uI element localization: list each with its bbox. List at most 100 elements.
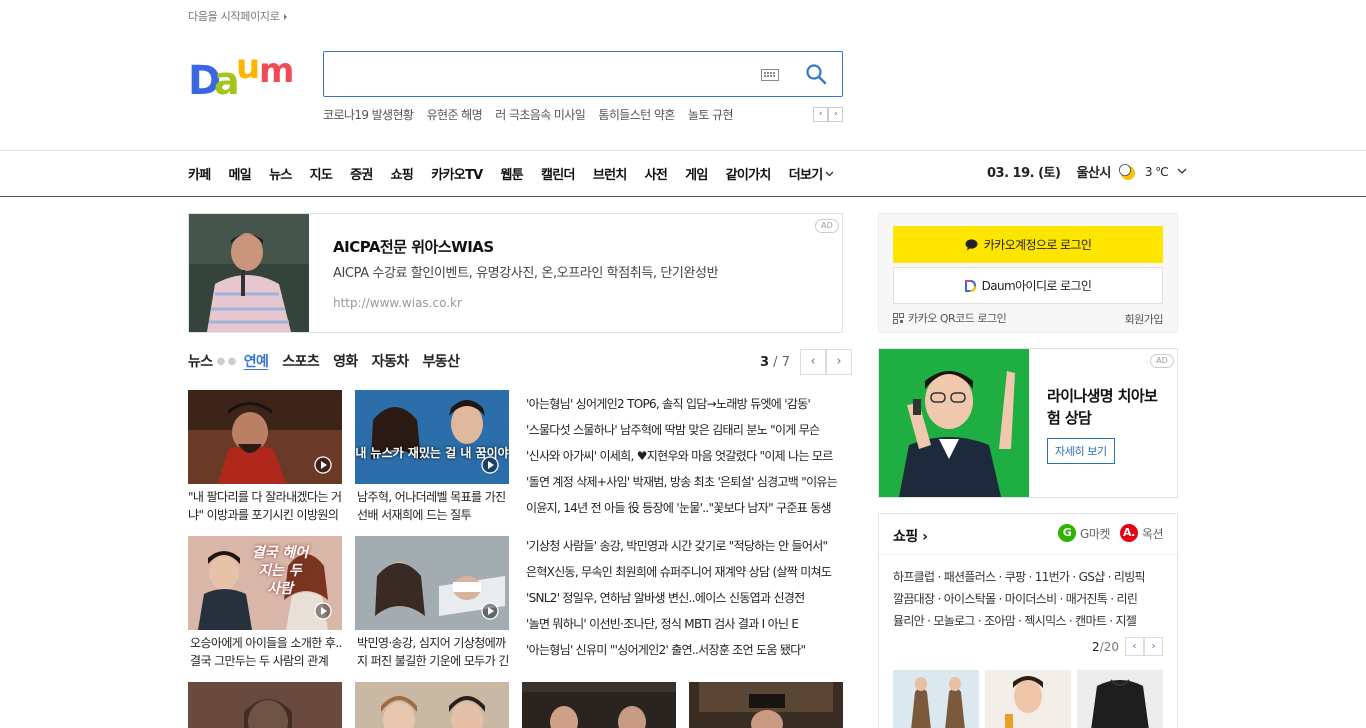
news-next-button[interactable]: ›	[825, 349, 852, 375]
product-thumbnail[interactable]	[1077, 670, 1163, 728]
auction-link[interactable]: A. 옥션	[1119, 524, 1164, 542]
shopping-pager: 2/20 ‹ ›	[1092, 637, 1163, 656]
gmarket-icon: G	[1058, 524, 1077, 542]
ad-title[interactable]: AICPA전문 위아스WIAS	[333, 236, 494, 257]
news-thumbnail[interactable]	[522, 682, 676, 728]
product-thumbnail[interactable]	[893, 670, 979, 728]
shopping-prev-button[interactable]: ‹	[1125, 637, 1144, 656]
shopping-link-row[interactable]: 하프클럽 · 패션플러스 · 쿠팡 · 11번가 · GS샵 · 리빙픽	[893, 566, 1165, 588]
news-caption[interactable]: 남주혁, 어나더레벨 목표를 가진 선배 서재희에 드는 질투	[357, 488, 511, 524]
nav-together[interactable]: 같이가치	[726, 164, 772, 183]
ad-instructor-photo	[189, 214, 309, 332]
news-prev-button[interactable]: ‹	[799, 349, 826, 375]
news-list-item[interactable]: '돌연 계정 삭제+사임' 박재범, 방송 최초 '은퇴설' 심경고백 "이유는	[526, 469, 843, 495]
tab-divider: ● ●	[216, 355, 237, 367]
trend-keyword[interactable]: 러 극초음속 미사일	[495, 108, 586, 122]
moon-icon	[1118, 163, 1135, 180]
nav-webtoon[interactable]: 웹툰	[501, 164, 524, 183]
nav-dictionary[interactable]: 사전	[645, 164, 668, 183]
news-list: '기상청 사람들' 송강, 박민영과 시간 갖기로 "적당하는 안 들어서" 은…	[526, 533, 843, 663]
trend-keyword[interactable]: 톰히들스턴 약혼	[598, 108, 675, 122]
temperature: 3 ℃	[1144, 164, 1169, 179]
nav-map[interactable]: 지도	[310, 164, 333, 183]
news-list: '아는형님' 싱어게인2 TOP6, 솔직 입담→노래방 듀엣에 '감동' '스…	[526, 391, 843, 521]
ad-banner-lina[interactable]: AD 라이나생명 치아보험 상담 자세히 보기	[878, 348, 1178, 498]
nav-brunch[interactable]: 브런치	[593, 164, 627, 183]
search-icon[interactable]	[805, 63, 827, 85]
daum-logo[interactable]: D a u m	[188, 48, 304, 100]
nav-mail[interactable]: 메일	[229, 164, 252, 183]
news-list-item[interactable]: '아는형님' 싱어게인2 TOP6, 솔직 입담→노래방 듀엣에 '감동'	[526, 391, 843, 417]
news-list-item[interactable]: '기상청 사람들' 송강, 박민영과 시간 갖기로 "적당하는 안 들어서"	[526, 533, 843, 559]
news-caption[interactable]: "내 팔다리를 다 잘라내겠다는 거냐" 이방과를 포기시킨 이방원의 한 마디	[188, 488, 342, 524]
trend-next-button[interactable]: ›	[828, 107, 843, 122]
current-date: 03. 19. (토)	[987, 166, 1061, 181]
trending-keywords: 코로나19 발생현황 유현준 해명 러 극초음속 미사일 톰히들스턴 약혼 놀토…	[323, 106, 843, 122]
trend-prev-button[interactable]: ‹	[813, 107, 828, 122]
trend-keyword[interactable]: 놀토 규현	[688, 108, 734, 122]
qr-login-link[interactable]: 카카오 QR코드 로그인	[893, 310, 1007, 326]
nav-calendar[interactable]: 캘린더	[541, 164, 575, 183]
news-thumbnail[interactable]	[355, 536, 509, 630]
kakao-login-button[interactable]: 카카오계정으로 로그인	[893, 226, 1163, 263]
shopping-links: 하프클럽 · 패션플러스 · 쿠팡 · 11번가 · GS샵 · 리빙픽 깔끔대…	[893, 566, 1165, 632]
signup-link[interactable]: 회원가입	[1125, 311, 1164, 327]
news-thumbnail[interactable]	[188, 390, 342, 484]
shopping-title-link[interactable]: 쇼핑 ›	[893, 526, 928, 546]
gmarket-link[interactable]: G G마켓	[1058, 524, 1110, 542]
weather-widget[interactable]: 03. 19. (토) 울산시 3 ℃	[987, 162, 1187, 181]
play-icon	[314, 602, 332, 620]
news-thumbnail[interactable]: 내 뉴스가 재밌는 걸 내 꿈이야	[355, 390, 509, 484]
ad-badge: AD	[1150, 354, 1174, 368]
news-list-item[interactable]: 이윤지, 14년 전 아들 役 등장에 '눈물'.."꽃보다 남자" 구준표 동…	[526, 495, 843, 521]
nav-news[interactable]: 뉴스	[269, 164, 292, 183]
ad-model-photo	[879, 349, 1029, 497]
page-current: 2	[1092, 639, 1100, 654]
set-start-page-link[interactable]: 다음을 시작페이지로	[188, 8, 287, 24]
ad-banner-wias[interactable]: AD AICPA전문 위아스WIAS AICPA 수강료 할인이벤트, 유명강사…	[188, 213, 843, 333]
news-thumbnail[interactable]	[355, 682, 509, 728]
tab-entertainment[interactable]: 연예	[244, 351, 269, 371]
nav-stock[interactable]: 증권	[350, 164, 373, 183]
shopping-next-button[interactable]: ›	[1144, 637, 1163, 656]
tab-realestate[interactable]: 부동산	[423, 351, 460, 371]
news-thumbnail[interactable]	[188, 682, 342, 728]
ad-detail-button[interactable]: 자세히 보기	[1047, 438, 1115, 464]
news-caption[interactable]: 박민영·송강, 심지어 기상청에까지 퍼진 불길한 기운에 모두가 긴장	[357, 634, 511, 670]
ad-url[interactable]: http://www.wias.co.kr	[333, 296, 462, 310]
nav-more-button[interactable]: 더보기	[789, 164, 835, 183]
trend-keyword[interactable]: 유현준 해명	[427, 108, 483, 122]
tab-movie[interactable]: 영화	[333, 351, 358, 371]
nav-kakaotv[interactable]: 카카오TV	[431, 164, 483, 183]
product-thumbnail[interactable]	[985, 670, 1071, 728]
keyboard-icon[interactable]	[761, 69, 779, 81]
nav-game[interactable]: 게임	[685, 164, 708, 183]
news-pager: 3 / 7 ‹ ›	[760, 349, 852, 375]
shopping-link-row[interactable]: 뮬리안 · 모놀로그 · 조아맘 · 젝시믹스 · 캔마트 · 지젤	[893, 610, 1165, 632]
news-list-item[interactable]: '신사와 아가씨' 이세희, ♥지현우와 마음 엇갈렸다 "이제 나는 모르	[526, 443, 843, 469]
ad-title[interactable]: 라이나생명 치아보험 상담	[1047, 385, 1167, 429]
news-list-item[interactable]: 은혁X신동, 무속인 최원희에 슈퍼주니어 재계약 상담 (살짝 미쳐도	[526, 559, 843, 585]
nav-shopping[interactable]: 쇼핑	[391, 164, 414, 183]
daum-login-button[interactable]: Daum아이디로 로그인	[893, 267, 1163, 304]
news-list-item[interactable]: '놀면 뭐하니' 이선빈·조나단, 정식 MBTI 검사 결과 I 아닌 E	[526, 611, 843, 637]
page-current: 3	[760, 354, 770, 370]
tab-car[interactable]: 자동차	[372, 351, 409, 371]
trend-keyword[interactable]: 코로나19 발생현황	[323, 108, 414, 122]
news-list-item[interactable]: 'SNL2' 정일우, 연하남 알바생 변신..에이스 신동엽과 신경전	[526, 585, 843, 611]
news-list-item[interactable]: '스물다섯 스물하나' 남주혁에 딱밤 맞은 김태리 분노 "이게 무슨	[526, 417, 843, 443]
tab-sports[interactable]: 스포츠	[282, 351, 319, 371]
thumbnail-overlay-text: 결국 헤어지는 두 사람	[251, 545, 309, 597]
search-input[interactable]	[334, 60, 754, 88]
qr-code-icon	[893, 312, 904, 324]
play-icon	[481, 602, 499, 620]
tab-news[interactable]: 뉴스	[188, 351, 213, 371]
nav-cafe[interactable]: 카페	[188, 164, 211, 183]
chevron-down-icon	[826, 171, 834, 176]
arrow-right-icon	[283, 14, 287, 20]
news-list-item[interactable]: '아는형님' 신유미 "'싱어게인2' 출연..서장훈 조언 도움 됐다"	[526, 637, 843, 663]
shopping-link-row[interactable]: 깔끔대장 · 아이스탁몰 · 마이더스비 · 매거진톡 · 리린	[893, 588, 1165, 610]
news-caption[interactable]: 오승아에게 아이들을 소개한 후.. 결국 그만두는 두 사람의 관계	[190, 634, 344, 670]
news-thumbnail[interactable]	[689, 682, 843, 728]
news-thumbnail[interactable]: 결국 헤어지는 두 사람	[188, 536, 342, 630]
